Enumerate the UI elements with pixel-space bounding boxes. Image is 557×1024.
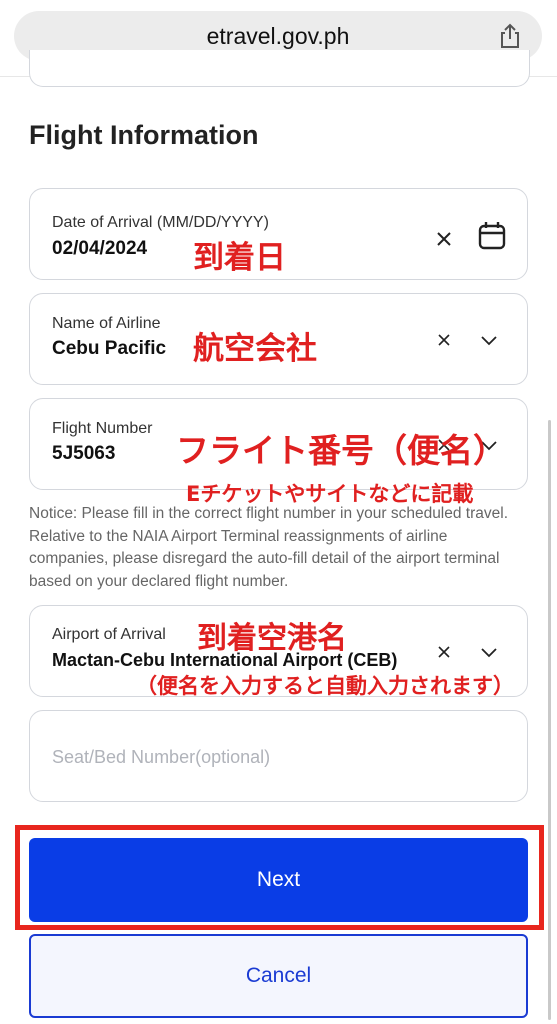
chevron-down-icon[interactable]: [480, 646, 498, 658]
arrival-date-value[interactable]: 02/04/2024: [52, 238, 147, 260]
clear-icon[interactable]: [436, 231, 452, 247]
chevron-down-icon[interactable]: [480, 334, 498, 346]
airline-label: Name of Airline: [52, 315, 161, 332]
scrollbar[interactable]: [548, 420, 551, 1020]
flight-number-value[interactable]: 5J5063: [52, 443, 115, 465]
annotation-flight-number-sub: Eチケットやサイトなどに記載: [186, 482, 474, 506]
annotation-flight-number: フライト番号（便名）: [176, 431, 506, 470]
flight-number-label: Flight Number: [52, 420, 153, 437]
section-title: Flight Information: [29, 120, 259, 150]
url-text[interactable]: etravel.gov.ph: [14, 23, 542, 50]
next-button-highlight: [15, 825, 544, 930]
cancel-button[interactable]: Cancel: [29, 934, 528, 1018]
airline-value[interactable]: Cebu Pacific: [52, 338, 166, 360]
airport-label: Airport of Arrival: [52, 626, 166, 643]
annotation-arrival-date: 到着日: [193, 240, 286, 276]
calendar-icon[interactable]: [478, 221, 506, 251]
flight-number-notice: Notice: Please fill in the correct fligh…: [29, 505, 509, 590]
annotation-airline: 航空会社: [193, 331, 317, 367]
annotation-airport-sub: （便名を入力すると自動入力されます）: [136, 674, 514, 698]
annotation-airport: 到着空港名: [197, 621, 347, 656]
clear-icon[interactable]: [436, 644, 452, 660]
seat-field[interactable]: Seat/Bed Number(optional): [29, 710, 528, 802]
seat-placeholder[interactable]: Seat/Bed Number(optional): [52, 747, 270, 768]
previous-section-card: [29, 50, 530, 87]
share-icon[interactable]: [496, 22, 524, 50]
clear-icon[interactable]: [436, 332, 452, 348]
arrival-date-label: Date of Arrival (MM/DD/YYYY): [52, 214, 269, 231]
